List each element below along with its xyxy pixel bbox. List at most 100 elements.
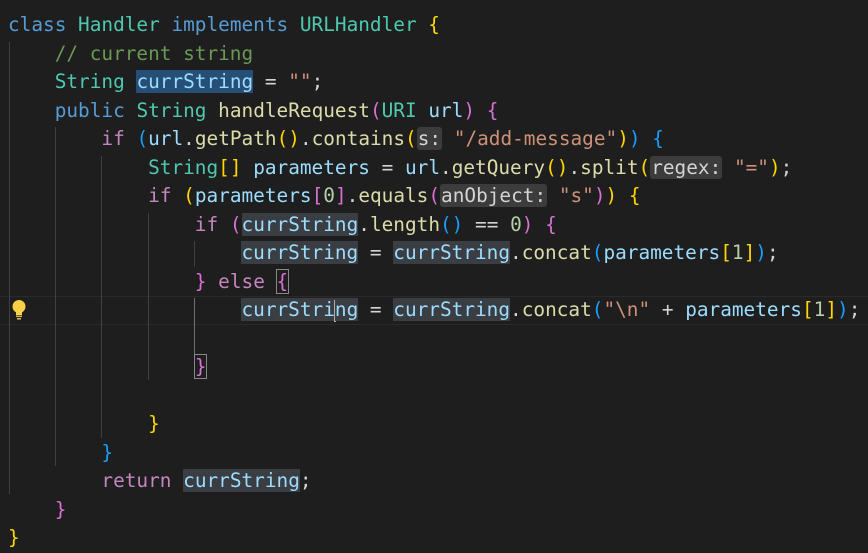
code-token: ) [463,98,476,122]
code-token: handleRequest [218,98,370,122]
code-token: currString [393,298,511,321]
code-token: url [428,98,464,122]
code-token: parameters [603,241,721,264]
code-token: } [193,354,208,379]
code-token: concat [521,241,592,264]
code-line-text: } [8,496,67,525]
code-token: [ [311,184,324,207]
code-token: { [275,268,290,294]
code-token: currString [241,212,359,236]
code-line[interactable]: String[] parameters = url.getQuery().spl… [0,154,868,183]
code-token: "s" [558,184,594,207]
code-token: [ [801,298,814,321]
code-token: . [183,127,195,150]
code-token: getPath [194,127,277,150]
code-line-text: currString = currString.concat("\n" + pa… [8,296,860,325]
code-token: ) [605,184,618,207]
code-line[interactable]: } [0,410,868,439]
code-line[interactable]: } [0,496,868,525]
code-token: s: [416,127,443,150]
code-token: "/add-message" [453,127,618,150]
code-token: . [346,184,359,207]
code-token: parameters [253,155,370,179]
code-token: { [486,98,499,122]
code-line-text: public String handleRequest(URI url) { [8,97,499,126]
code-line[interactable]: return currString; [0,467,868,496]
code-line[interactable]: currString = currString.concat("\n" + pa… [0,296,868,325]
code-token: String [148,155,219,179]
code-token: ( [638,155,651,179]
code-token: } [194,269,207,293]
code-token: . [510,241,522,264]
code-token: return [101,469,184,492]
code-token: ( [428,184,441,207]
code-token: 1 [731,241,744,264]
code-token: } [101,440,114,464]
code-editor[interactable]: class Handler implements URLHandler { //… [0,0,868,549]
lightbulb-icon[interactable] [11,299,27,321]
code-line[interactable]: class Handler implements URLHandler { [0,11,868,40]
code-token: currString [393,241,511,264]
code-token: else [218,269,277,293]
code-line[interactable]: if (url.getPath().contains(s: "/add-mess… [0,125,868,154]
code-token: split [580,155,639,179]
code-line[interactable]: } else { [0,268,868,297]
code-line[interactable]: // current string [0,40,868,69]
code-token: ) [593,184,606,207]
code-line-text: } [8,353,208,382]
code-token: ( [369,98,382,122]
code-token: class [8,13,79,36]
code-token: } [148,412,160,435]
code-token: ( [183,184,195,207]
code-token: "=" [733,155,769,179]
code-line[interactable] [0,382,868,411]
code-line-text: class Handler implements URLHandler { [8,11,440,40]
code-token: currString [183,469,300,492]
code-token: parameters [194,184,312,207]
code-token: ; [299,469,312,492]
code-token: ; [766,241,779,264]
code-token: ( [229,212,242,236]
code-token: url [404,155,440,179]
code-line[interactable]: } [0,439,868,468]
code-line[interactable]: } [0,524,868,553]
code-line[interactable]: } [0,353,868,382]
code-token: url [148,127,184,150]
code-token: equals [358,184,429,207]
code-line-text: String[] parameters = url.getQuery().spl… [8,154,792,183]
code-line[interactable]: public String handleRequest(URI url) { [0,97,868,126]
code-token: URI [381,98,429,122]
code-token: public [54,98,137,122]
code-token: . [510,298,522,321]
code-token: ) [768,155,781,179]
code-token: . [358,212,370,236]
code-line-text: } [8,439,113,468]
code-token: "" [288,70,312,93]
code-token: { [652,127,664,150]
code-line[interactable]: if (parameters[0].equals(anObject: "s"))… [0,182,868,211]
code-line-text: if (parameters[0].equals(anObject: "s"))… [8,182,641,211]
code-line[interactable]: currString = currString.concat(parameter… [0,239,868,268]
code-token: 0 [323,184,335,207]
code-token: ; [780,155,793,179]
code-line-text: // current string [8,40,253,69]
code-line[interactable]: if (currString.length() == 0) { [0,211,868,240]
code-token: currString [136,70,254,93]
code-line[interactable] [0,325,868,354]
code-line-text: if (url.getPath().contains(s: "/add-mess… [8,125,664,154]
code-line[interactable]: String currString = ""; [0,68,868,97]
